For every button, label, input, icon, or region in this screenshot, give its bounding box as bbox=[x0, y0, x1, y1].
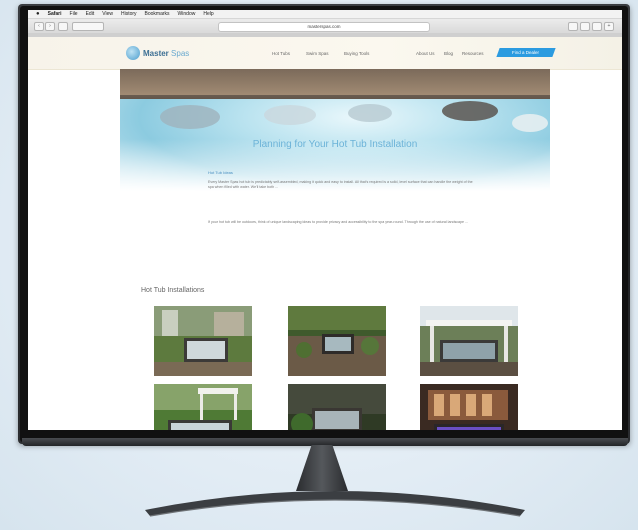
nav-blog[interactable]: Blog bbox=[444, 51, 453, 56]
intro-paragraph-2: If your hot tub will be outdoors, think … bbox=[208, 220, 469, 224]
browser-toolbar: ‹ › masterspas.com + bbox=[28, 19, 622, 34]
hero-title: Planning for Your Hot Tub Installation bbox=[252, 139, 418, 150]
menu-edit[interactable]: Edit bbox=[86, 11, 95, 17]
tv-screen: ● Safari File Edit View History Bookmark… bbox=[28, 10, 622, 430]
downloads-icon[interactable] bbox=[592, 22, 602, 31]
gallery-photo-4[interactable] bbox=[154, 384, 252, 430]
gallery-photo-3[interactable] bbox=[420, 306, 518, 376]
gallery-photo-6[interactable] bbox=[420, 384, 518, 430]
nav-resources[interactable]: Resources bbox=[462, 51, 484, 56]
menu-window[interactable]: Window bbox=[178, 11, 196, 17]
nav-swim-spas[interactable]: Swim Spas bbox=[306, 51, 329, 56]
logo-mark-icon bbox=[126, 46, 140, 60]
tabs-icon[interactable] bbox=[580, 22, 590, 31]
intro-paragraph-1: Every Master Spas hot tub is predictably… bbox=[208, 180, 473, 189]
gallery-photo-2[interactable] bbox=[288, 306, 386, 376]
menu-bookmarks[interactable]: Bookmarks bbox=[145, 11, 170, 17]
menu-help[interactable]: Help bbox=[203, 11, 213, 17]
menu-safari[interactable]: Safari bbox=[48, 11, 62, 17]
logo-text: Master Spas bbox=[143, 48, 190, 58]
nav-about-us[interactable]: About Us bbox=[416, 51, 435, 56]
find-dealer-button[interactable]: Find a Dealer bbox=[496, 48, 556, 57]
gallery-title: Hot Tub Installations bbox=[141, 287, 205, 294]
apple-icon[interactable]: ● bbox=[36, 11, 40, 17]
add-tab-icon[interactable]: + bbox=[604, 22, 614, 31]
gallery-photo-5[interactable] bbox=[288, 384, 386, 430]
address-bar[interactable]: masterspas.com bbox=[218, 22, 430, 32]
menu-history[interactable]: History bbox=[121, 11, 137, 17]
site-header: Master Spas Hot Tubs Swim Spas Buying To… bbox=[28, 37, 622, 70]
os-menubar: ● Safari File Edit View History Bookmark… bbox=[28, 10, 622, 19]
site-logo[interactable]: Master Spas bbox=[126, 46, 189, 60]
bookmarks-bar-button[interactable] bbox=[72, 22, 104, 31]
sidebar-icon[interactable] bbox=[58, 22, 68, 31]
hero-banner: Planning for Your Hot Tub Installation bbox=[120, 69, 550, 191]
tv-bottom-edge bbox=[22, 438, 628, 446]
nav-hot-tubs[interactable]: Hot Tubs bbox=[272, 51, 290, 56]
intro-label[interactable]: Hot Tub Ideas bbox=[208, 170, 233, 175]
nav-buying-tools[interactable]: Buying Tools bbox=[344, 51, 369, 56]
share-icon[interactable] bbox=[568, 22, 578, 31]
tv-stand-base bbox=[145, 491, 525, 517]
back-icon[interactable]: ‹ bbox=[34, 22, 44, 31]
menu-view[interactable]: View bbox=[102, 11, 113, 17]
forward-icon[interactable]: › bbox=[45, 22, 55, 31]
hero-spa-seats bbox=[160, 101, 548, 132]
menu-file[interactable]: File bbox=[70, 11, 78, 17]
gallery-photo-1[interactable] bbox=[154, 306, 252, 376]
